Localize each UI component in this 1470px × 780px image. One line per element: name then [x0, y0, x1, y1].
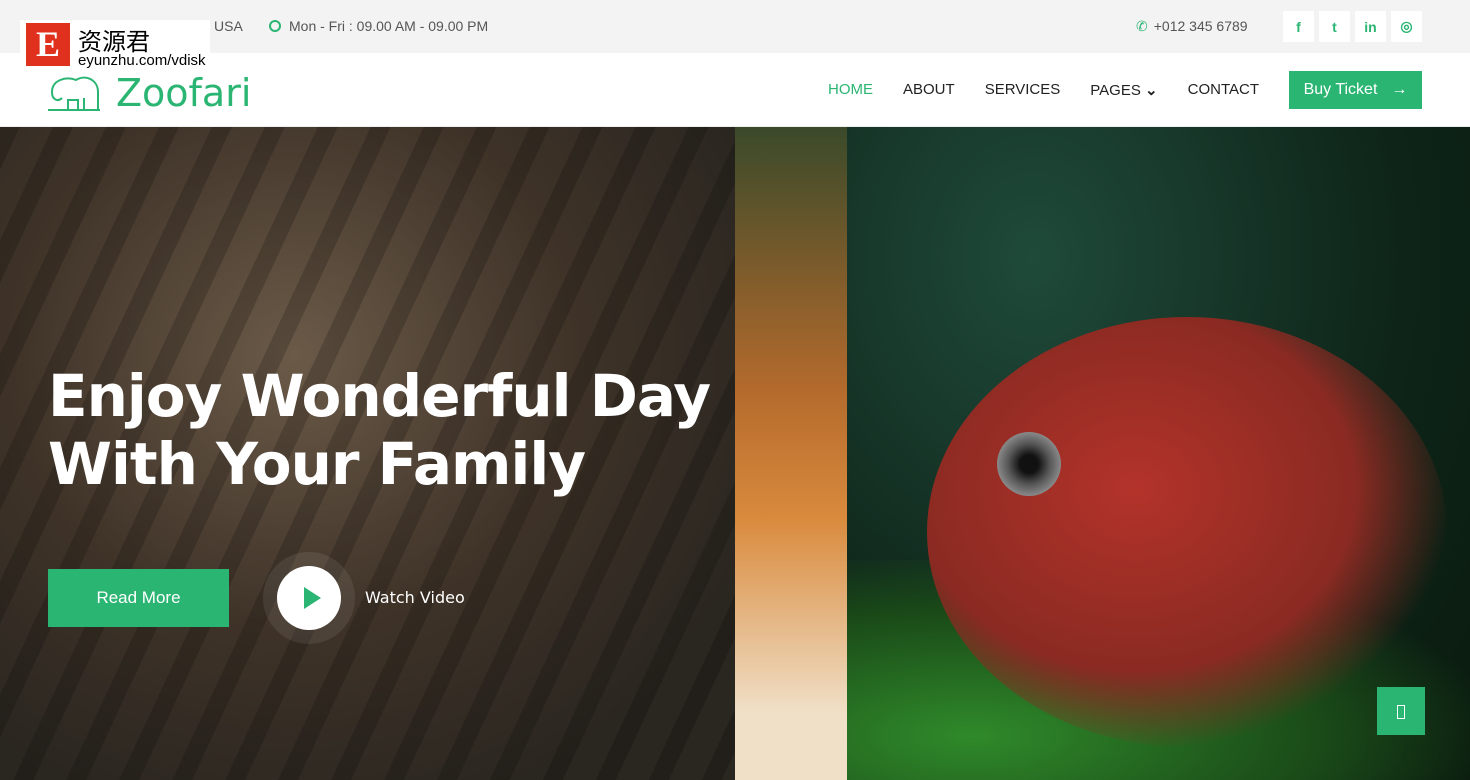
instagram-icon[interactable]: ◎: [1391, 11, 1422, 42]
phone: ✆ +012 345 6789: [1136, 18, 1248, 35]
elephant-icon: [48, 76, 100, 111]
buy-ticket-label: Buy Ticket: [1303, 81, 1378, 98]
chameleon: [927, 317, 1447, 747]
nav-pages[interactable]: PAGES ⌄: [1090, 81, 1157, 99]
social-links: f t in ◎: [1283, 11, 1422, 42]
nav-pages-label: PAGES: [1090, 82, 1141, 99]
logo[interactable]: Zoofari: [48, 71, 251, 115]
twitter-icon[interactable]: t: [1319, 11, 1350, 42]
nav-about[interactable]: ABOUT: [903, 81, 955, 99]
address: USA: [214, 18, 243, 34]
brand-name: Zoofari: [116, 71, 252, 115]
nav-services[interactable]: SERVICES: [985, 81, 1061, 99]
watermark-logo: E: [26, 23, 70, 66]
next-slide-image: [735, 127, 847, 780]
back-to-top-button[interactable]: [1377, 687, 1425, 735]
watermark: E 资源君 eyunzhu.com/vdisk: [20, 20, 210, 70]
hero-title-line2: With Your Family: [48, 430, 586, 498]
top-bar: USA Mon - Fri : 09.00 AM - 09.00 PM ✆ +01…: [0, 0, 1470, 53]
hero-title: Enjoy Wonderful Day With Your Family: [48, 362, 711, 498]
hero-title-line1: Enjoy Wonderful Day: [48, 362, 711, 430]
chevron-down-icon: ⌄: [1145, 82, 1158, 99]
buy-ticket-button[interactable]: Buy Ticket →: [1289, 71, 1422, 109]
clock-icon: [269, 20, 281, 32]
nav-contact[interactable]: CONTACT: [1188, 81, 1259, 99]
read-more-button[interactable]: Read More: [48, 569, 229, 627]
linkedin-icon[interactable]: in: [1355, 11, 1386, 42]
chameleon-image: [847, 127, 1470, 780]
navbar: Zoofari HOME ABOUT SERVICES PAGES ⌄ CONT…: [0, 53, 1470, 127]
watermark-url: eyunzhu.com/vdisk: [78, 52, 206, 69]
play-icon[interactable]: [277, 566, 341, 630]
hours: Mon - Fri : 09.00 AM - 09.00 PM: [269, 18, 488, 34]
nav-home[interactable]: HOME: [828, 81, 873, 99]
arrow-right-icon: →: [1391, 81, 1408, 98]
hours-text: Mon - Fri : 09.00 AM - 09.00 PM: [289, 18, 489, 34]
phone-text: +012 345 6789: [1153, 18, 1248, 34]
chameleon-eye: [997, 432, 1061, 496]
phone-icon: ✆: [1136, 18, 1148, 34]
facebook-icon[interactable]: f: [1283, 11, 1314, 42]
watch-video-link[interactable]: Watch Video: [365, 588, 465, 607]
main-menu: HOME ABOUT SERVICES PAGES ⌄ CONTACT: [828, 81, 1259, 99]
